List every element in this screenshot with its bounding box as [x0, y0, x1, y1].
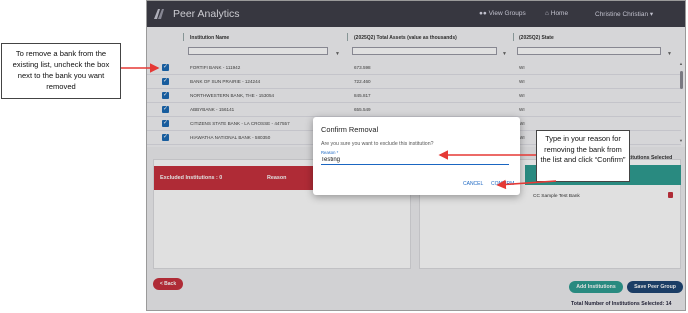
cancel-button[interactable]: CANCEL [463, 181, 483, 187]
reason-label: Reason * [321, 150, 339, 155]
dialog-question: Are you sure you want to exclude this in… [321, 141, 434, 147]
stage: To remove a bank from the existing list,… [0, 0, 688, 313]
confirm-button[interactable]: CONFIRM [491, 181, 514, 187]
right-annotation: Type in your reason for removing the ban… [536, 130, 630, 182]
confirm-removal-dialog: Confirm Removal Are you sure you want to… [313, 117, 520, 195]
dialog-title: Confirm Removal [321, 125, 379, 134]
reason-input[interactable] [321, 156, 509, 165]
left-annotation: To remove a bank from the existing list,… [1, 43, 121, 99]
